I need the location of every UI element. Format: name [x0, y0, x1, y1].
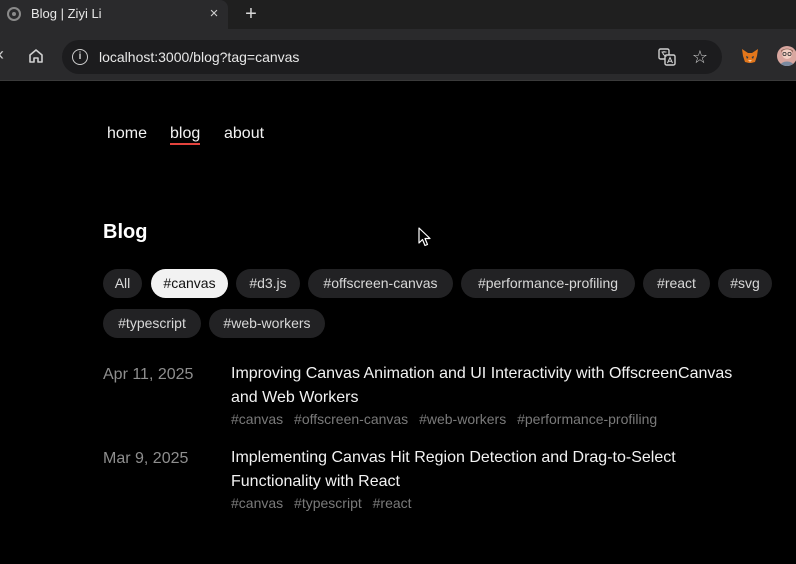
browser-tab[interactable]: Blog | Ziyi Li ×: [0, 0, 228, 29]
filter-all[interactable]: All: [103, 269, 142, 298]
home-icon[interactable]: [27, 47, 45, 65]
post-tags: #canvas #typescript #react: [231, 495, 419, 511]
close-icon[interactable]: ×: [206, 4, 222, 24]
profile-avatar-icon[interactable]: [777, 46, 796, 66]
site-info-icon[interactable]: i: [72, 49, 88, 65]
url-text[interactable]: localhost:3000/blog?tag=canvas: [99, 49, 299, 65]
page-title: Blog: [103, 221, 148, 243]
filter-react[interactable]: #react: [643, 269, 710, 298]
metamask-fox-icon[interactable]: [741, 48, 759, 64]
filter-typescript[interactable]: #typescript: [103, 309, 201, 338]
bookmark-star-icon[interactable]: ☆: [690, 47, 710, 67]
post-tag-link[interactable]: #typescript: [294, 495, 362, 511]
post-date: Mar 9, 2025: [103, 450, 189, 467]
post-tag-link[interactable]: #performance-profiling: [517, 411, 657, 427]
filter-performance-profiling[interactable]: #performance-profiling: [461, 269, 635, 298]
address-bar[interactable]: i localhost:3000/blog?tag=canvas ☆: [62, 40, 722, 74]
post-title-link[interactable]: Implementing Canvas Hit Region Detection…: [231, 446, 761, 494]
filter-svg[interactable]: #svg: [718, 269, 772, 298]
post-tag-link[interactable]: #react: [373, 495, 412, 511]
filter-offscreen-canvas[interactable]: #offscreen-canvas: [308, 269, 453, 298]
post-tag-link[interactable]: #web-workers: [419, 411, 506, 427]
post-tag-link[interactable]: #canvas: [231, 495, 283, 511]
filter-web-workers[interactable]: #web-workers: [209, 309, 325, 338]
favicon-icon: [7, 7, 21, 21]
post-tag-link[interactable]: #canvas: [231, 411, 283, 427]
active-nav-underline: [170, 143, 200, 145]
nav-blog-link[interactable]: blog: [170, 125, 200, 143]
tab-bar: Blog | Ziyi Li × +: [0, 0, 796, 29]
new-tab-button[interactable]: +: [242, 3, 260, 25]
browser-toolbar: ‹ i localhost:3000/blog?tag=canvas ☆: [0, 29, 796, 81]
post-date: Apr 11, 2025: [103, 366, 194, 383]
post-tags: #canvas #offscreen-canvas #web-workers #…: [231, 411, 664, 427]
nav-about-link[interactable]: about: [224, 125, 264, 143]
tab-title: Blog | Ziyi Li: [31, 6, 102, 21]
mouse-cursor-icon: [418, 227, 431, 247]
post-title-link[interactable]: Improving Canvas Animation and UI Intera…: [231, 362, 761, 410]
nav-home-link[interactable]: home: [107, 125, 147, 143]
post-tag-link[interactable]: #offscreen-canvas: [294, 411, 408, 427]
filter-d3js[interactable]: #d3.js: [236, 269, 300, 298]
translate-icon[interactable]: [658, 48, 676, 66]
back-arrow-icon[interactable]: ‹: [0, 45, 8, 63]
filter-canvas[interactable]: #canvas: [151, 269, 228, 298]
